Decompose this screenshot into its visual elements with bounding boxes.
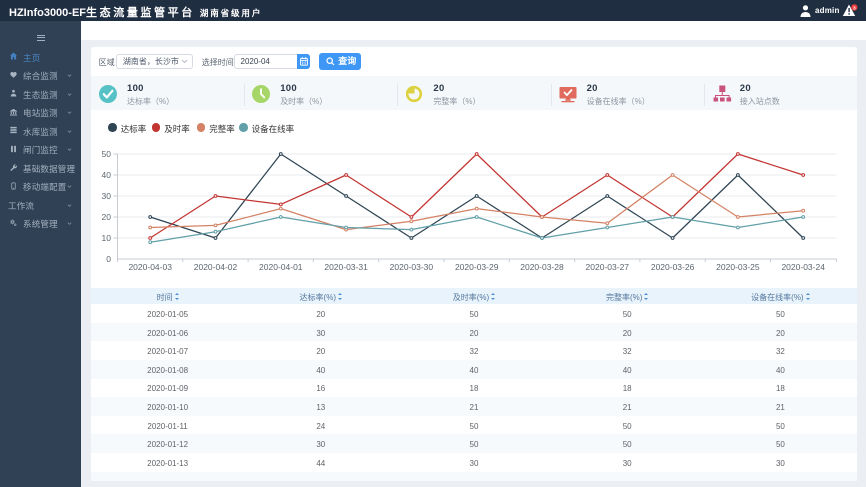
svg-text:2020-03-24: 2020-03-24 bbox=[781, 262, 825, 272]
svg-text:30: 30 bbox=[102, 191, 112, 201]
svg-text:2020-03-26: 2020-03-26 bbox=[651, 262, 695, 272]
svg-text:2020-03-31: 2020-03-31 bbox=[324, 262, 368, 272]
svg-text:2020-04-02: 2020-04-02 bbox=[194, 262, 238, 272]
svg-text:0: 0 bbox=[106, 254, 111, 264]
svg-text:2020-03-25: 2020-03-25 bbox=[716, 262, 760, 272]
svg-text:20: 20 bbox=[102, 212, 112, 222]
svg-text:2020-03-29: 2020-03-29 bbox=[455, 262, 499, 272]
svg-text:2020-04-01: 2020-04-01 bbox=[259, 262, 303, 272]
svg-text:40: 40 bbox=[102, 170, 112, 180]
svg-text:2020-03-27: 2020-03-27 bbox=[586, 262, 630, 272]
svg-text:2020-04-03: 2020-04-03 bbox=[128, 262, 172, 272]
svg-text:2020-03-28: 2020-03-28 bbox=[520, 262, 564, 272]
svg-text:2020-03-30: 2020-03-30 bbox=[390, 262, 434, 272]
svg-text:50: 50 bbox=[102, 149, 112, 159]
svg-text:10: 10 bbox=[102, 233, 112, 243]
